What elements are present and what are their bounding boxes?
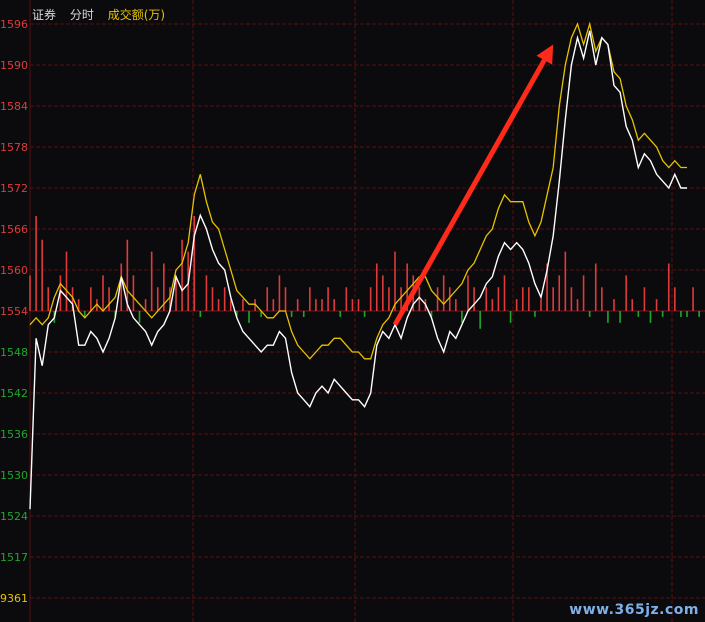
chart-header: 证券 分时 成交额(万) (32, 6, 175, 23)
y-tick-label-0: 1596 (0, 18, 28, 31)
y-tick-label-12: 1524 (0, 510, 28, 523)
tab-intraday[interactable]: 分时 (70, 8, 94, 22)
y-tick-label-4: 1572 (0, 182, 28, 195)
y-tick-label-6: 1560 (0, 264, 28, 277)
y-tick-label-9: 1542 (0, 387, 28, 400)
lower-tick-label-1: 9361 (0, 592, 28, 605)
watermark: www.365jz.com (569, 602, 699, 618)
y-axis-labels: 1596 1590 1584 1578 1572 1566 1560 1554 1548 1542… (0, 18, 28, 605)
volume-label: 成交额(万) (107, 8, 166, 22)
chart-grid (29, 0, 705, 622)
y-tick-label-5: 1566 (0, 223, 28, 236)
y-tick-label-2: 1584 (0, 100, 28, 113)
intraday-chart: 1596 1590 1584 1578 1572 1566 1560 1554 1548 1542… (0, 0, 705, 622)
y-tick-label-7: 1554 (0, 305, 28, 318)
y-tick-label-1: 1590 (0, 59, 28, 72)
tab-stock[interactable]: 证券 (32, 8, 56, 22)
y-tick-label-10: 1536 (0, 428, 28, 441)
y-tick-label-3: 1578 (0, 141, 28, 154)
y-tick-label-8: 1548 (0, 346, 28, 359)
arrow-shaft (392, 58, 547, 326)
y-tick-label-11: 1530 (0, 469, 28, 482)
trend-arrow (392, 44, 554, 326)
lower-tick-label-0: 1517 (0, 551, 28, 564)
